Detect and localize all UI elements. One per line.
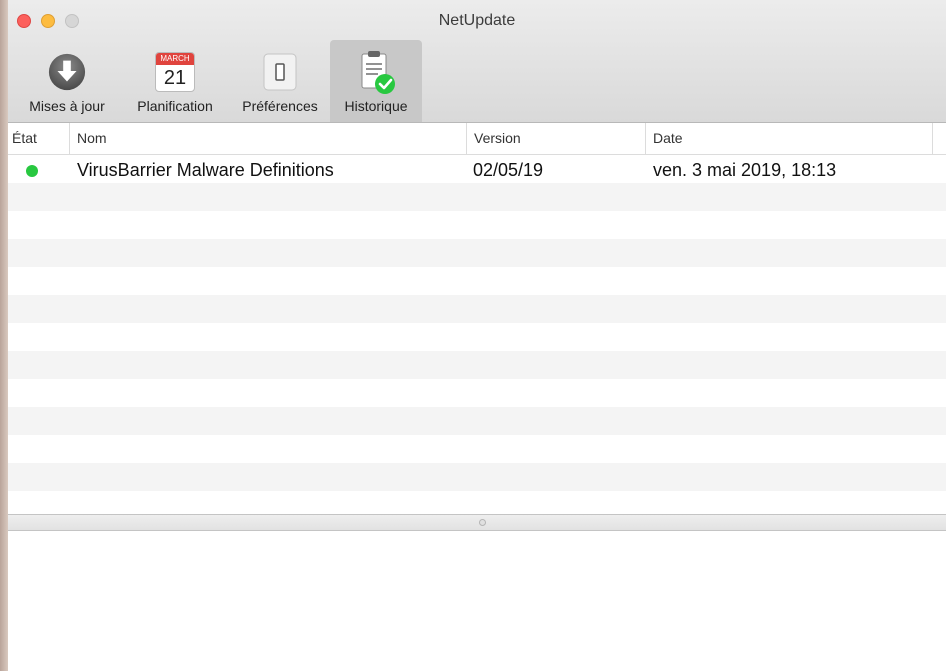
- toolbar: NetUpdate Mises à jour MARCH 21 Planific…: [8, 0, 946, 123]
- download-icon: [47, 48, 87, 96]
- table-row[interactable]: VirusBarrier Malware Definitions 02/05/1…: [8, 155, 946, 183]
- toolbar-item-label: Historique: [344, 98, 408, 114]
- column-header-name[interactable]: Nom: [70, 123, 467, 154]
- netupdate-window: NetUpdate Mises à jour MARCH 21 Planific…: [8, 0, 946, 671]
- row-name: VirusBarrier Malware Definitions: [77, 160, 334, 180]
- table-row: [8, 211, 946, 239]
- toolbar-item-preferences[interactable]: Préférences: [230, 40, 330, 122]
- table-row: [8, 267, 946, 295]
- split-view-divider[interactable]: [8, 514, 946, 531]
- toolbar-item-label: Mises à jour: [29, 98, 105, 114]
- toolbar-item-updates[interactable]: Mises à jour: [14, 40, 120, 122]
- toolbar-item-history[interactable]: Historique: [330, 40, 422, 122]
- table-row: [8, 323, 946, 351]
- toolbar-item-label: Planification: [137, 98, 213, 114]
- table-header: État Nom Version Date: [8, 123, 946, 155]
- calendar-icon: MARCH 21: [155, 48, 195, 96]
- table-row: [8, 463, 946, 491]
- history-table[interactable]: VirusBarrier Malware Definitions 02/05/1…: [8, 155, 946, 514]
- switch-icon: [260, 48, 300, 96]
- table-row: [8, 183, 946, 211]
- column-header-date[interactable]: Date: [646, 123, 933, 154]
- table-row: [8, 239, 946, 267]
- desktop-background-edge: [0, 0, 8, 671]
- status-ok-indicator: [26, 165, 38, 177]
- row-date: ven. 3 mai 2019, 18:13: [653, 160, 837, 180]
- table-row: [8, 435, 946, 463]
- row-version: 02/05/19: [473, 160, 544, 180]
- divider-grip-icon[interactable]: [479, 519, 486, 526]
- table-row: [8, 491, 946, 514]
- calendar-day: 21: [163, 67, 187, 89]
- table-row: [8, 295, 946, 323]
- table-row: [8, 379, 946, 407]
- calendar-month: MARCH: [156, 53, 194, 65]
- window-title: NetUpdate: [438, 12, 516, 29]
- toolbar-item-label: Préférences: [242, 98, 318, 114]
- table-row: [8, 351, 946, 379]
- column-header-version[interactable]: Version: [467, 123, 646, 154]
- detail-pane: [8, 531, 946, 671]
- column-header-status[interactable]: État: [8, 123, 70, 154]
- toolbar-item-schedule[interactable]: MARCH 21 Planification: [120, 40, 230, 122]
- clipboard-check-icon: [356, 48, 396, 96]
- table-row: [8, 407, 946, 435]
